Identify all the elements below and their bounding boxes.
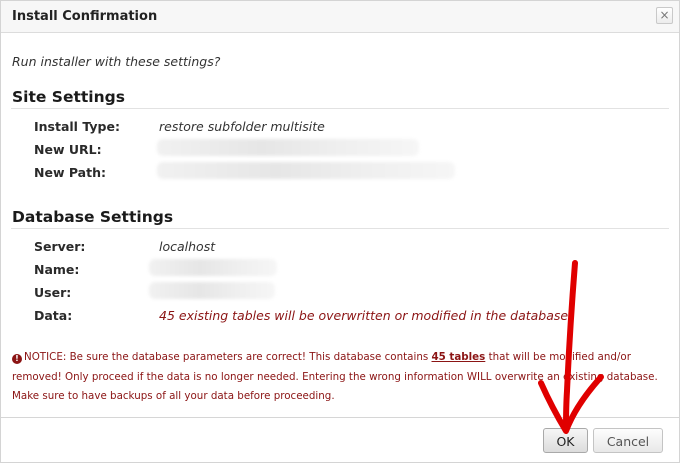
close-button[interactable]: ×	[656, 7, 673, 24]
data-label: Data:	[34, 308, 73, 323]
db-name-value-redacted	[149, 259, 277, 276]
dialog-title: Install Confirmation	[12, 9, 158, 24]
install-type-label: Install Type:	[34, 119, 120, 134]
close-icon: ×	[659, 8, 670, 22]
install-type-value: restore subfolder multisite	[159, 119, 325, 134]
site-settings-heading: Site Settings	[12, 88, 125, 106]
cancel-button[interactable]: Cancel	[593, 428, 663, 453]
new-url-label: New URL:	[34, 142, 102, 157]
db-name-label: Name:	[34, 262, 80, 277]
confirmation-prompt: Run installer with these settings?	[12, 54, 221, 69]
notice-table-count: 45 tables	[431, 351, 486, 363]
notice-text-before: NOTICE: Be sure the database parameters …	[24, 351, 432, 363]
new-path-label: New Path:	[34, 165, 106, 180]
install-confirmation-dialog: Install Confirmation × Run installer wit…	[0, 0, 680, 463]
data-value: 45 existing tables will be overwritten o…	[159, 308, 569, 323]
exclamation-circle-icon: !	[12, 354, 22, 364]
database-settings-heading: Database Settings	[12, 208, 174, 226]
server-value: localhost	[159, 239, 216, 254]
new-path-value-redacted	[157, 162, 455, 179]
dialog-footer-divider	[1, 417, 679, 418]
db-user-label: User:	[34, 285, 72, 300]
db-user-value-redacted	[149, 282, 275, 299]
overwrite-notice: ! NOTICE: Be sure the database parameters…	[12, 348, 662, 407]
new-url-value-redacted	[157, 139, 419, 156]
ok-button[interactable]: OK	[543, 428, 588, 453]
site-settings-divider	[11, 108, 669, 109]
database-settings-divider	[11, 228, 669, 229]
dialog-titlebar: Install Confirmation ×	[1, 1, 679, 33]
server-label: Server:	[34, 239, 86, 254]
